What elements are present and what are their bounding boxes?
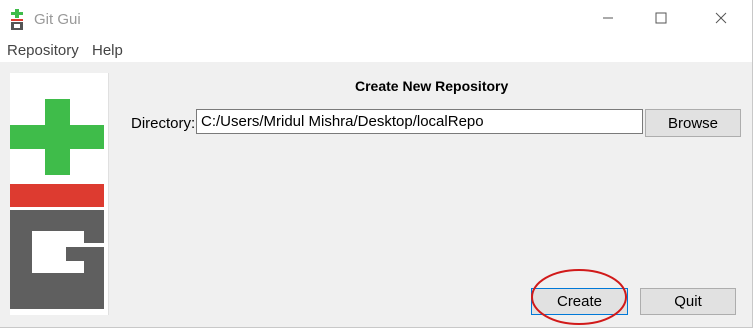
- minimize-icon: [602, 11, 614, 29]
- git-gui-icon: [10, 9, 24, 31]
- git-gui-window: Git Gui Repository Help Create New Repos…: [0, 0, 753, 328]
- directory-label: Directory:: [131, 115, 196, 132]
- menu-repository[interactable]: Repository: [7, 42, 79, 59]
- minimize-button[interactable]: [585, 0, 631, 40]
- directory-input[interactable]: [196, 109, 643, 134]
- close-icon: [715, 11, 727, 29]
- dialog-title: Create New Repository: [355, 78, 509, 94]
- close-button[interactable]: [698, 0, 744, 40]
- create-button[interactable]: Create: [531, 288, 628, 315]
- title-bar: Git Gui: [0, 0, 752, 40]
- dialog-content: Create New Repository Directory: Browse …: [0, 62, 752, 327]
- menu-help[interactable]: Help: [92, 42, 123, 59]
- maximize-icon: [655, 11, 667, 29]
- browse-button[interactable]: Browse: [645, 109, 741, 137]
- maximize-button[interactable]: [638, 0, 684, 40]
- menu-bar: Repository Help: [0, 40, 752, 62]
- window-title: Git Gui: [34, 11, 81, 28]
- quit-button[interactable]: Quit: [640, 288, 736, 315]
- git-logo: [10, 73, 109, 315]
